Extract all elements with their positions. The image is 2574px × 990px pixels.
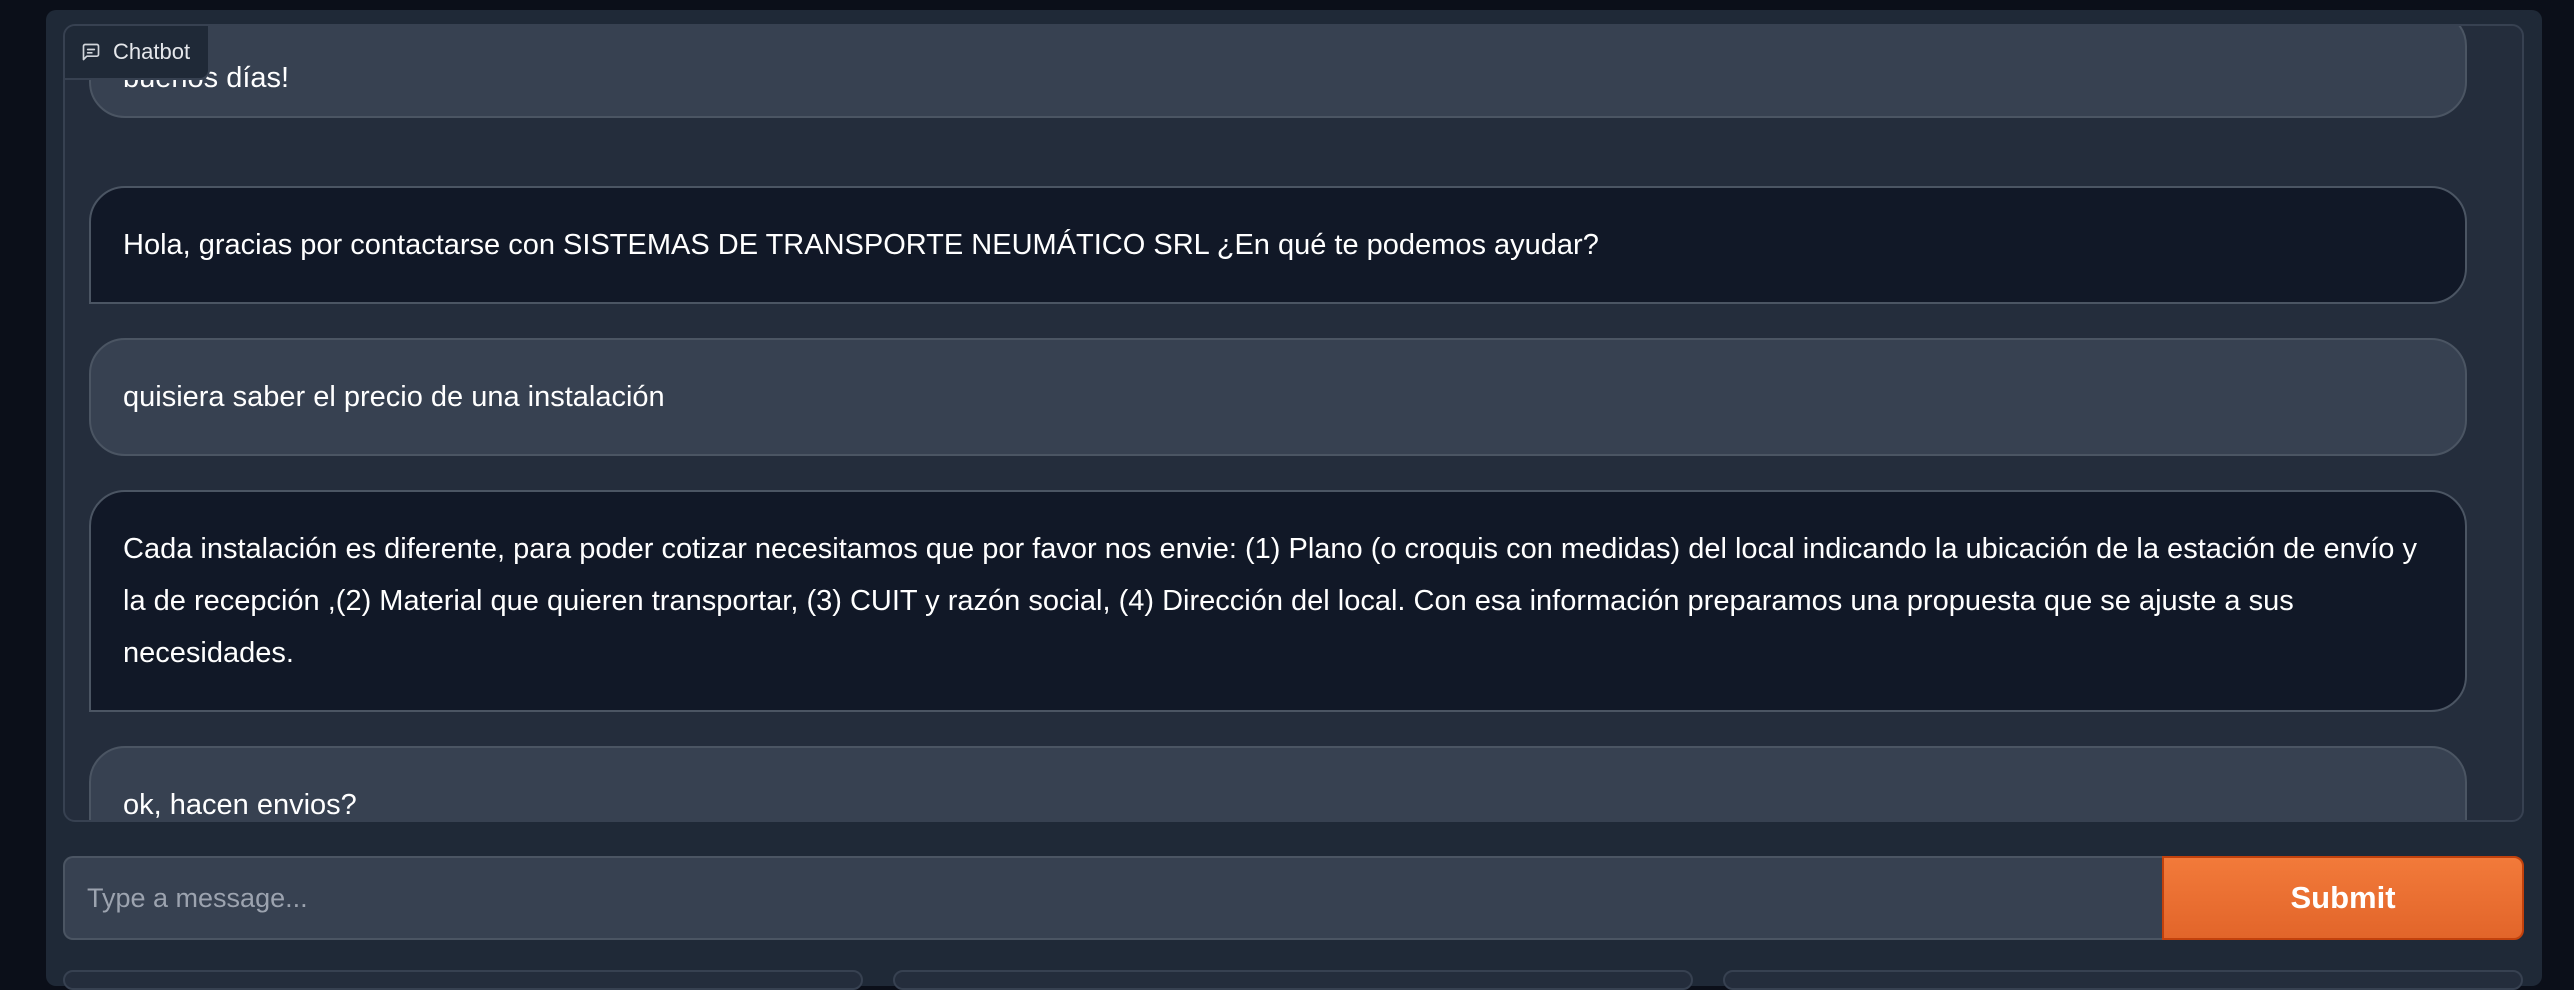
message-text: ok, hacen envios? <box>123 789 357 821</box>
chatbot-label-text: Chatbot <box>113 39 191 64</box>
chatbot-label: Chatbot <box>65 26 211 80</box>
bot-message: Cada instalación es diferente, para pode… <box>89 490 2467 712</box>
bot-message: Hola, gracias por contactarse con SISTEM… <box>89 186 2467 304</box>
user-message: buenos días! <box>89 26 2467 118</box>
message-list[interactable]: buenos días! Hola, gracias por contactar… <box>65 26 2522 820</box>
message-text: Cada instalación es diferente, para pode… <box>123 533 2417 669</box>
submit-button[interactable]: Submit <box>2162 856 2524 940</box>
message-text: buenos días! <box>123 62 290 94</box>
bottom-panel[interactable] <box>63 970 863 990</box>
message-text: quisiera saber el precio de una instalac… <box>123 381 665 413</box>
chat-icon <box>81 42 101 62</box>
user-message: ok, hacen envios? <box>89 746 2467 821</box>
message-input[interactable] <box>63 856 2162 940</box>
bottom-panel[interactable] <box>893 970 1693 990</box>
user-message: quisiera saber el precio de una instalac… <box>89 338 2467 456</box>
bottom-panels <box>63 970 2524 990</box>
message-text: Hola, gracias por contactarse con SISTEM… <box>123 229 1599 261</box>
composer: Submit <box>63 856 2524 940</box>
bottom-panel[interactable] <box>1723 970 2523 990</box>
chatbot-panel[interactable]: Chatbot buenos días! Hola, gracias por c… <box>63 24 2524 822</box>
